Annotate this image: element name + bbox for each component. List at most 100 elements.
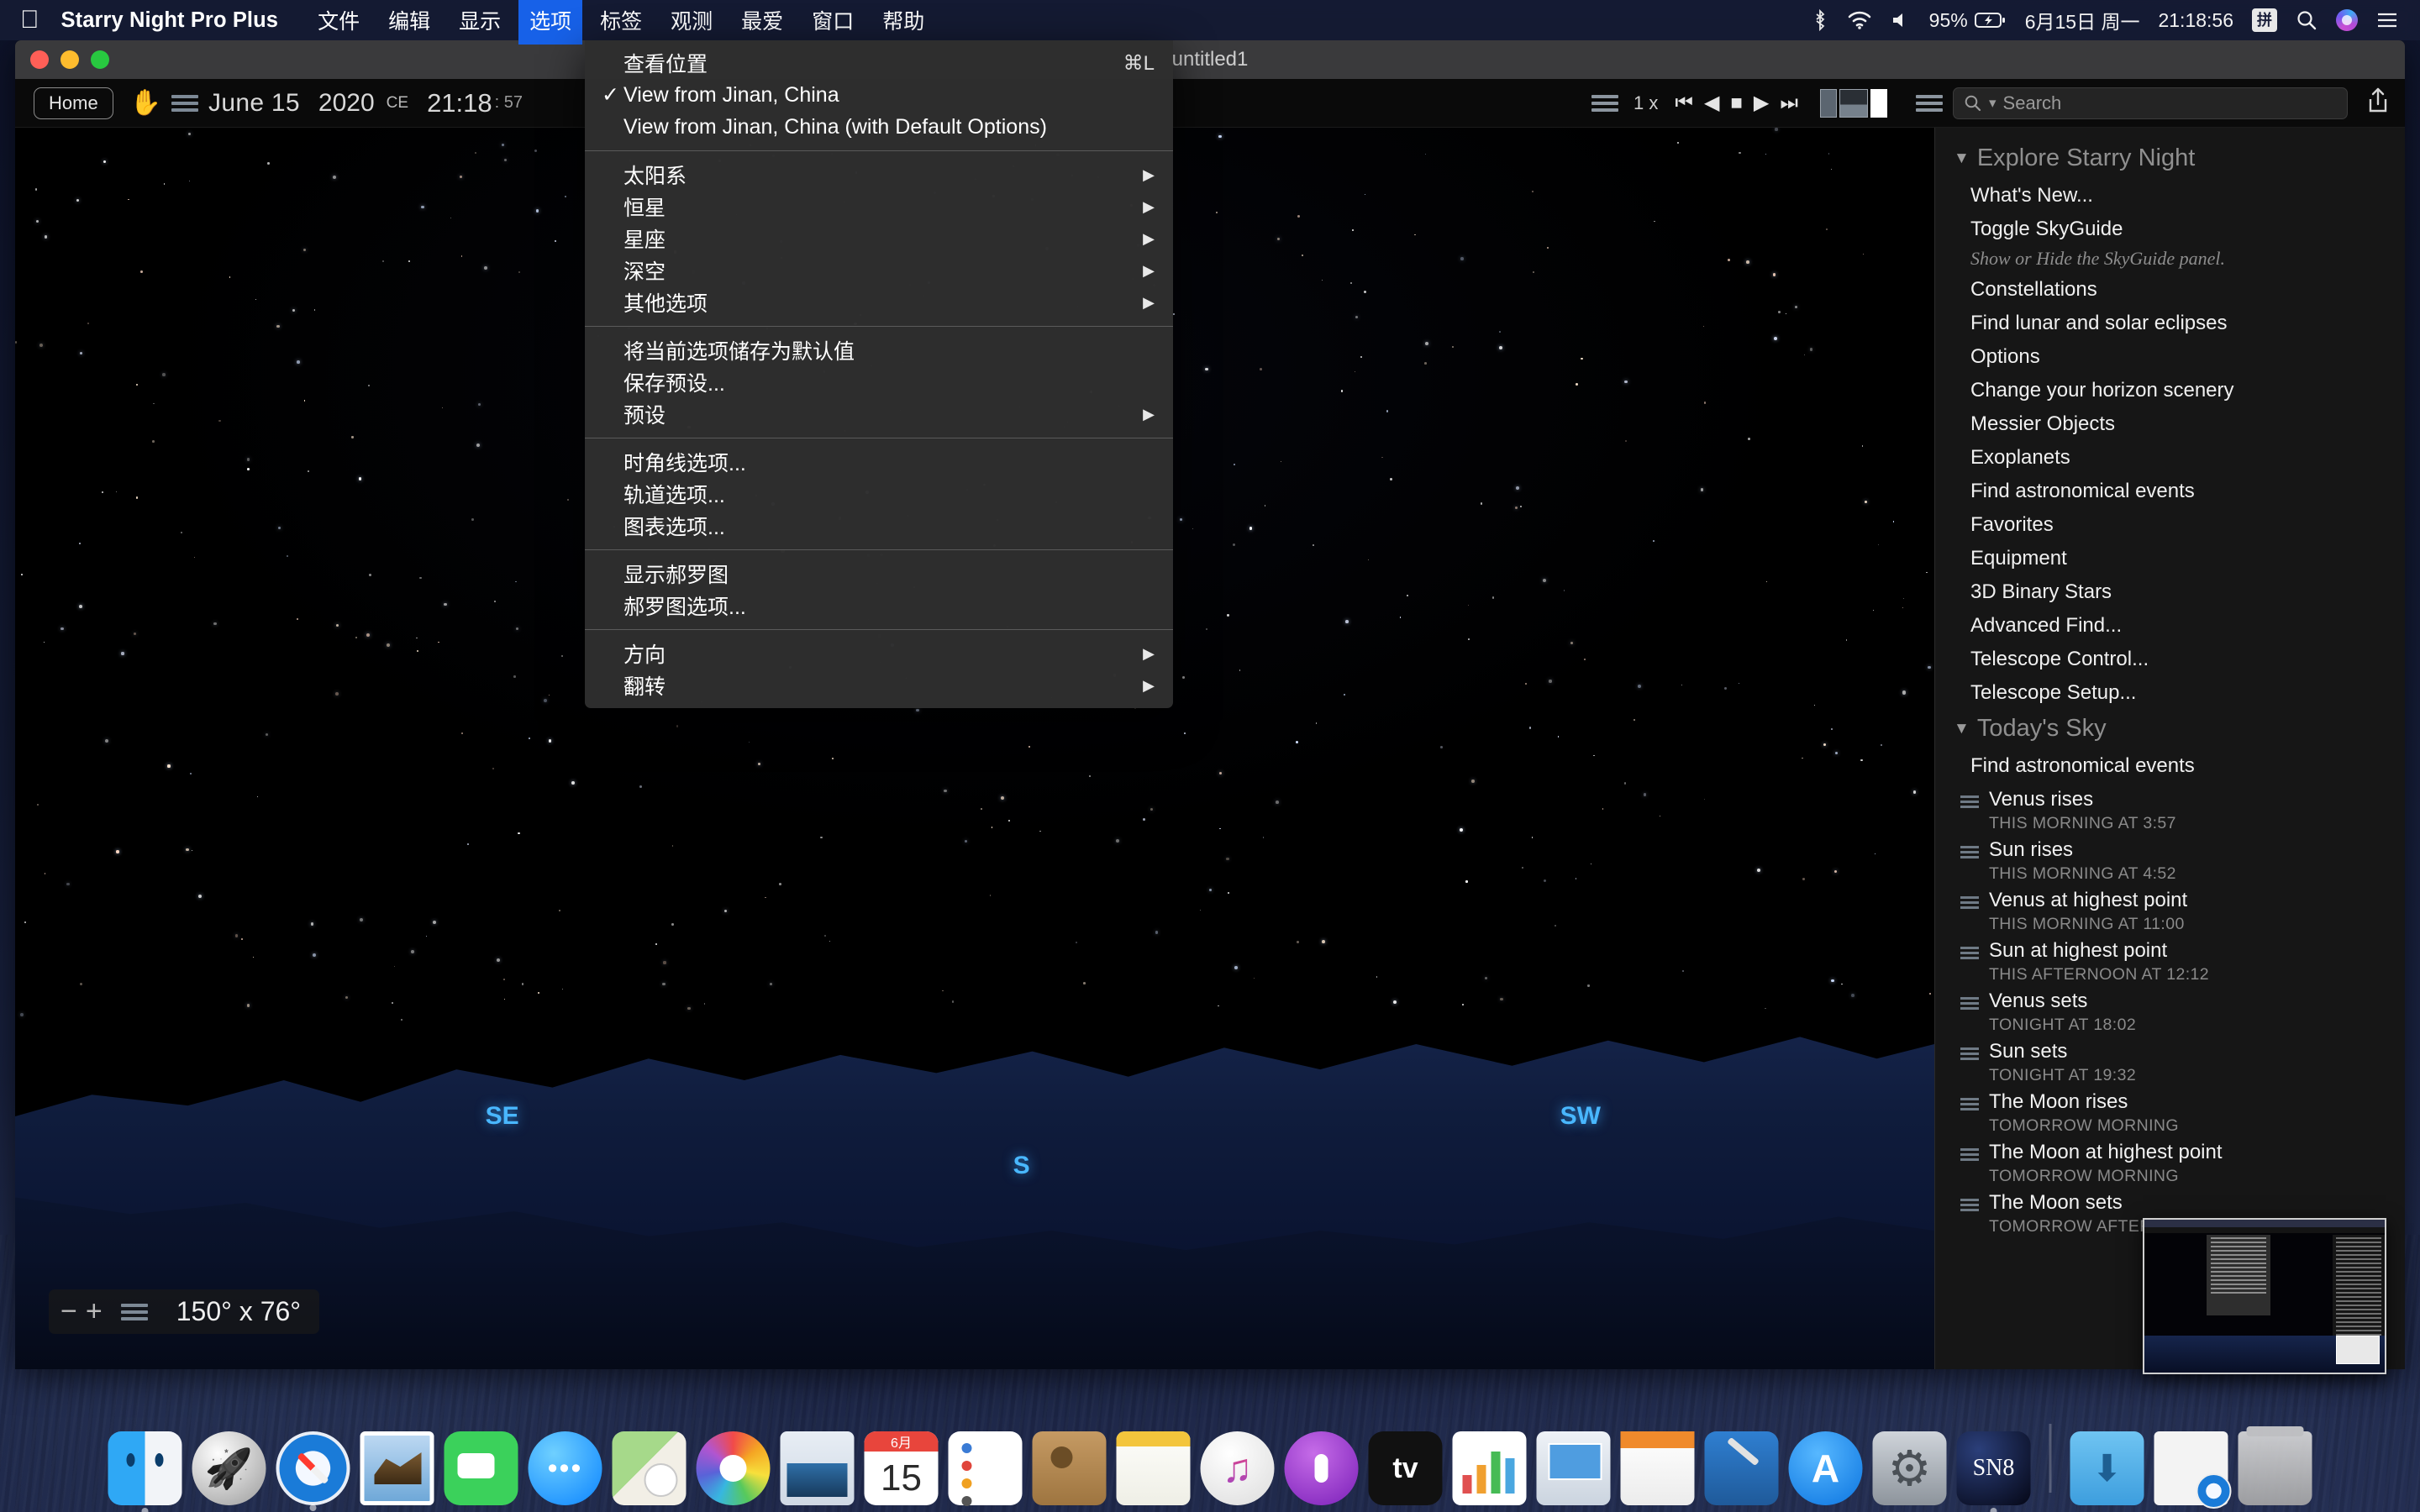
sky-event-item[interactable]: Sun sets: [1935, 1035, 2405, 1063]
dock-icon-reminders[interactable]: [948, 1431, 1023, 1506]
control-center-icon[interactable]: [2376, 11, 2398, 29]
dock-icon-podcasts[interactable]: [1284, 1431, 1359, 1505]
dock-icon-tv[interactable]: [1368, 1431, 1443, 1505]
options-menu-item[interactable]: 太阳系 ▶: [585, 159, 1173, 191]
hand-tool-icon[interactable]: ✋: [130, 88, 161, 118]
zoom-in-button[interactable]: +: [86, 1297, 103, 1326]
window-titlebar[interactable]: untitled1: [15, 40, 2405, 79]
event-drag-handle-icon[interactable]: [1960, 939, 1979, 959]
options-menu-item[interactable]: 显示郝罗图: [585, 558, 1173, 590]
toolbar-time[interactable]: 21:18: [427, 88, 492, 118]
dock-icon-pages[interactable]: [1620, 1431, 1695, 1505]
dock-icon-system-preferences[interactable]: [1872, 1431, 1947, 1505]
sidebar-menu-icon[interactable]: [1916, 94, 1943, 112]
chevron-down-icon[interactable]: ▼: [1954, 720, 1970, 738]
sidebar-item[interactable]: Change your horizon scenery: [1935, 374, 2405, 407]
skyguide-sidebar[interactable]: ▼ Explore Starry Night What's New... Toggle…: [1934, 128, 2405, 1369]
options-menu-item[interactable]: 方向 ▶: [585, 638, 1173, 669]
sidebar-item[interactable]: Favorites: [1935, 508, 2405, 542]
event-drag-handle-icon[interactable]: [1960, 1191, 1979, 1211]
dock-icon-photos[interactable]: [696, 1431, 771, 1505]
toolbar-seconds[interactable]: : 57: [495, 93, 523, 113]
fov-menu-icon[interactable]: [120, 1303, 148, 1320]
search-dropdown-icon[interactable]: ▾: [1989, 95, 1996, 112]
step-backward-button[interactable]: ◀: [1704, 91, 1719, 115]
event-drag-handle-icon[interactable]: [1960, 788, 1979, 808]
options-menu-item[interactable]: 翻转 ▶: [585, 669, 1173, 701]
share-icon[interactable]: [2366, 87, 2390, 120]
sky-event-item[interactable]: The Moon rises: [1935, 1085, 2405, 1114]
apple-logo-icon[interactable]: : [20, 8, 39, 33]
menubar-item-7[interactable]: 窗口: [801, 2, 865, 39]
options-menu-item[interactable]: 星座 ▶: [585, 223, 1173, 255]
home-button[interactable]: Home: [34, 87, 113, 119]
menubar-item-8[interactable]: 帮助: [871, 2, 935, 39]
options-menu-item[interactable]: 保存预设...: [585, 366, 1173, 398]
options-menu-item[interactable]: View from Jinan, China (with Default Opt…: [585, 111, 1173, 143]
menubar-item-3[interactable]: 选项: [518, 0, 583, 45]
volume-icon[interactable]: [1891, 11, 1911, 29]
sidebar-item[interactable]: Messier Objects: [1935, 407, 2405, 441]
sidebar-section-header-todays-sky[interactable]: ▼ Today's Sky: [1935, 710, 2405, 749]
dock-icon-contacts[interactable]: [1032, 1431, 1107, 1505]
event-drag-handle-icon[interactable]: [1960, 990, 1979, 1010]
field-of-view-control[interactable]: − + 150° x 76°: [49, 1289, 320, 1334]
zoom-out-button[interactable]: −: [60, 1297, 77, 1326]
dock-icon-downloads-folder[interactable]: [2070, 1431, 2144, 1505]
time-menu-icon[interactable]: [1591, 94, 1618, 112]
sidebar-section-header[interactable]: ▼ Explore Starry Night: [1935, 139, 2405, 179]
bluetooth-icon[interactable]: [1812, 8, 1828, 32]
play-button[interactable]: ▶: [1754, 91, 1769, 115]
skip-to-end-button[interactable]: ⏭: [1780, 92, 1798, 115]
options-dropdown-menu[interactable]: 查看位置 ⌘L ✓ View from Jinan, China View from J…: [585, 40, 1173, 708]
sky-event-item[interactable]: Venus rises: [1935, 783, 2405, 811]
event-drag-handle-icon[interactable]: [1960, 838, 1979, 858]
dock-icon-facetime[interactable]: [444, 1431, 518, 1505]
event-drag-handle-icon[interactable]: [1960, 1040, 1979, 1060]
dock-icon-notes[interactable]: [1116, 1431, 1191, 1505]
dock-icon-maps[interactable]: [612, 1431, 687, 1505]
options-menu-item[interactable]: 郝罗图选项...: [585, 590, 1173, 622]
dock-icon-launchpad[interactable]: [192, 1431, 266, 1505]
date-menu-icon[interactable]: [171, 94, 199, 112]
chevron-down-icon[interactable]: ▼: [1954, 150, 1970, 168]
dock-icon-starry-night[interactable]: [1956, 1431, 2031, 1512]
battery-status[interactable]: 95%: [1929, 9, 2007, 32]
options-menu-item[interactable]: 将当前选项储存为默认值: [585, 334, 1173, 366]
sidebar-item[interactable]: 3D Binary Stars: [1935, 575, 2405, 609]
dock-icon-document-stack[interactable]: [2154, 1431, 2232, 1509]
options-menu-item[interactable]: 图表选项...: [585, 510, 1173, 542]
dock-icon-xcode[interactable]: [1704, 1431, 1779, 1505]
menubar-item-0[interactable]: 文件: [307, 2, 371, 39]
dock-icon-music[interactable]: [1200, 1431, 1275, 1505]
menubar-app-name[interactable]: Starry Night Pro Plus: [61, 8, 279, 33]
options-menu-item[interactable]: 轨道选项...: [585, 478, 1173, 510]
dock-icon-keynote[interactable]: [1536, 1431, 1611, 1505]
sky-event-item[interactable]: Venus sets: [1935, 984, 2405, 1013]
sidebar-item[interactable]: Toggle SkyGuide: [1935, 213, 2405, 246]
stop-button[interactable]: ■: [1730, 92, 1743, 115]
sidebar-item[interactable]: Equipment: [1935, 542, 2405, 575]
sidebar-item[interactable]: Telescope Setup...: [1935, 676, 2405, 710]
sky-event-item[interactable]: Sun at highest point: [1935, 934, 2405, 963]
panel-layout-icon[interactable]: [1820, 88, 1887, 118]
options-menu-item[interactable]: 查看位置 ⌘L: [585, 47, 1173, 79]
siri-icon[interactable]: [2336, 9, 2358, 31]
options-menu-item[interactable]: 其他选项 ▶: [585, 286, 1173, 318]
dock-icon-calendar[interactable]: 6月 15: [864, 1431, 939, 1505]
event-drag-handle-icon[interactable]: [1960, 889, 1979, 909]
dock-icon-trash[interactable]: [2238, 1426, 2312, 1505]
dock-icon-preview[interactable]: [780, 1431, 855, 1505]
options-menu-item[interactable]: 预设 ▶: [585, 398, 1173, 430]
close-button[interactable]: [30, 50, 49, 69]
screenshot-thumbnail[interactable]: [2143, 1218, 2386, 1374]
find-astronomical-events-link[interactable]: Find astronomical events: [1935, 749, 2405, 783]
options-menu-item[interactable]: 恒星 ▶: [585, 191, 1173, 223]
input-method-icon[interactable]: 拼: [2252, 8, 2277, 32]
event-drag-handle-icon[interactable]: [1960, 1090, 1979, 1110]
sky-event-item[interactable]: Sun rises: [1935, 833, 2405, 862]
wifi-icon[interactable]: [1847, 10, 1872, 30]
search-input[interactable]: ▾ Search: [1953, 87, 2348, 119]
dock-icon-finder[interactable]: [108, 1431, 182, 1512]
sky-event-item[interactable]: The Moon at highest point: [1935, 1136, 2405, 1164]
